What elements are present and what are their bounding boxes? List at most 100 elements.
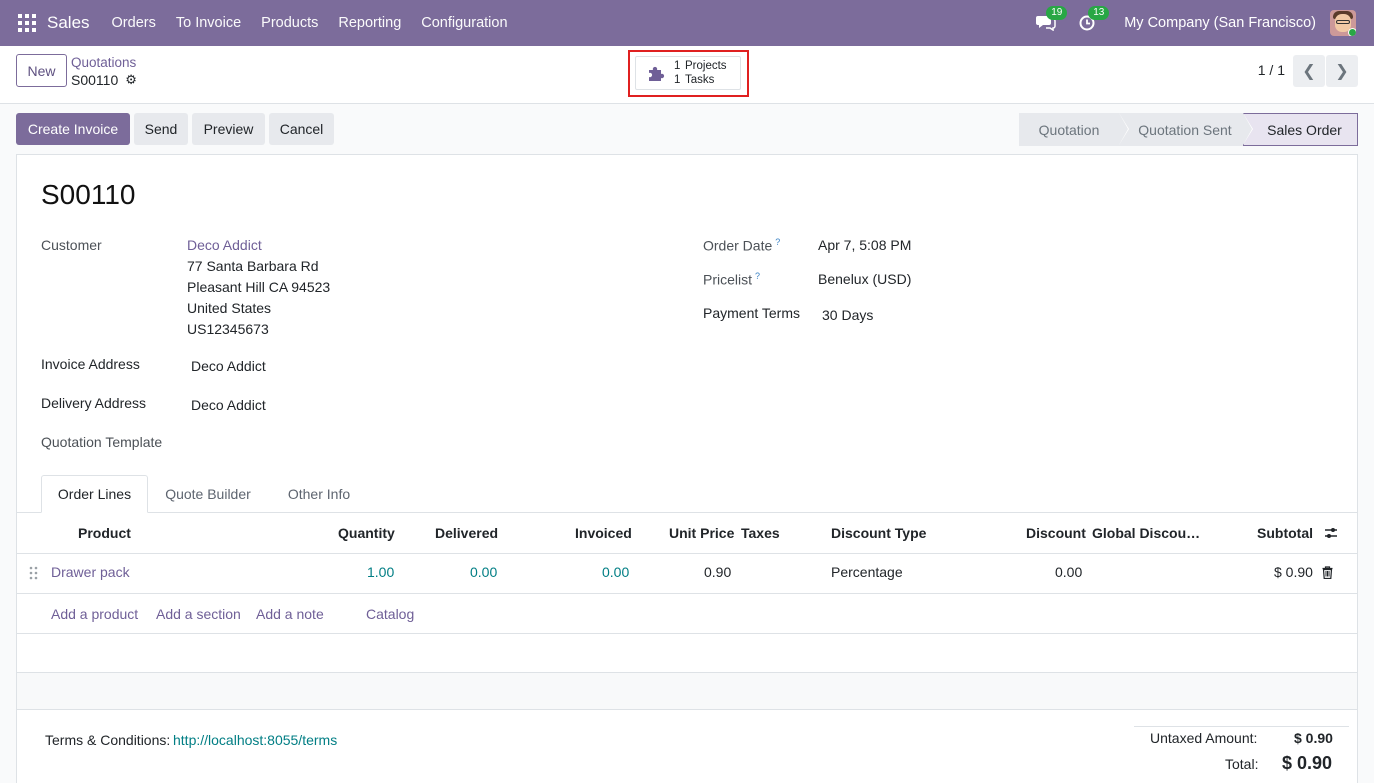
pager-next-button[interactable]: ❯ <box>1326 55 1358 87</box>
column-global-discount[interactable]: Global Discou… <box>1092 525 1200 541</box>
column-unit-price[interactable]: Unit Price <box>669 525 734 541</box>
breadcrumb-current: S00110 <box>71 72 119 88</box>
order-date-value: Apr 7, 5:08 PM <box>818 237 912 253</box>
terms-label: Terms & Conditions: <box>45 732 171 748</box>
cancel-button[interactable]: Cancel <box>269 113 334 145</box>
column-quantity[interactable]: Quantity <box>338 525 395 541</box>
tab-other-info[interactable]: Other Info <box>273 475 365 513</box>
help-icon[interactable]: ? <box>775 237 780 247</box>
tab-quote-builder[interactable]: Quote Builder <box>153 475 263 513</box>
control-panel: New Quotations S00110 ⚙ 1 Projects 1 Tasks… <box>0 46 1374 104</box>
stage-sales-order[interactable]: Sales Order <box>1243 113 1358 146</box>
stage-quotation-label: Quotation <box>1038 121 1100 138</box>
puzzle-icon <box>649 66 665 81</box>
app-name[interactable]: Sales <box>47 13 90 33</box>
activities-button[interactable]: 13 <box>1078 6 1110 33</box>
pager-previous-button[interactable]: ❮ <box>1293 55 1325 87</box>
top-navbar: Sales Orders To Invoice Products Reporti… <box>0 0 1374 46</box>
table-row[interactable] <box>17 554 1357 592</box>
payment-terms-field[interactable]: 30 Days <box>822 307 873 323</box>
customer-label: Customer <box>41 237 102 253</box>
menu-orders[interactable]: Orders <box>112 15 156 31</box>
pager-value[interactable]: 1 / 1 <box>1258 62 1285 78</box>
customer-address-line: 77 Santa Barbara Rd <box>187 258 319 274</box>
delivery-address-field[interactable]: Deco Addict <box>191 397 266 413</box>
cell-discount[interactable]: 0.00 <box>1055 564 1082 580</box>
form-sheet: S00110 Customer Deco Addict 77 Santa Bar… <box>16 154 1358 783</box>
total-value: $ 0.90 <box>1282 753 1333 773</box>
column-taxes[interactable]: Taxes <box>741 525 780 541</box>
add-note-link[interactable]: Add a note <box>256 606 324 622</box>
pricelist-label: Pricelist? <box>703 271 760 288</box>
column-discount-type[interactable]: Discount Type <box>831 525 926 541</box>
untaxed-amount-label: Untaxed Amount: <box>1150 730 1258 746</box>
messages-badge: 19 <box>1046 6 1068 20</box>
breadcrumb-quotations[interactable]: Quotations <box>71 55 137 70</box>
column-invoiced[interactable]: Invoiced <box>575 525 632 541</box>
cell-unit-price[interactable]: 0.90 <box>704 564 731 580</box>
column-delivered[interactable]: Delivered <box>435 525 498 541</box>
send-button[interactable]: Send <box>134 113 188 145</box>
terms-link[interactable]: http://localhost:8055/terms <box>173 732 337 748</box>
add-product-link[interactable]: Add a product <box>51 606 138 622</box>
projects-tasks-smart-button[interactable]: 1 Projects 1 Tasks <box>635 56 741 90</box>
new-button[interactable]: New <box>16 54 67 87</box>
projects-count: 1 <box>674 60 681 72</box>
highlight-box: 1 Projects 1 Tasks <box>628 50 749 97</box>
pricelist-label-text: Pricelist <box>703 271 753 288</box>
order-name: S00110 <box>41 179 136 210</box>
chevron-right-icon: ❯ <box>1335 63 1349 80</box>
stage-quotation-sent[interactable]: Quotation Sent <box>1119 113 1253 146</box>
tasks-label: Tasks <box>685 74 715 86</box>
stage-quotation[interactable]: Quotation <box>1019 113 1129 146</box>
catalog-link[interactable]: Catalog <box>366 606 414 622</box>
quotation-template-label: Quotation Template <box>41 434 163 450</box>
help-icon[interactable]: ? <box>755 271 760 281</box>
total-label: Total: <box>1225 756 1259 772</box>
cell-discount-type[interactable]: Percentage <box>831 564 903 580</box>
invoice-address-label: Invoice Address <box>41 356 140 372</box>
menu-to-invoice[interactable]: To Invoice <box>176 15 241 31</box>
order-date-label: Order Date? <box>703 237 780 254</box>
delivery-address-label: Delivery Address <box>41 395 147 411</box>
payment-terms-label: Payment Terms <box>703 305 800 321</box>
optional-columns-icon[interactable] <box>1324 526 1338 540</box>
column-discount[interactable]: Discount <box>1026 525 1086 541</box>
cell-product[interactable]: Drawer pack <box>51 564 130 580</box>
menu-configuration[interactable]: Configuration <box>421 15 507 31</box>
drag-handle-icon[interactable] <box>29 566 38 580</box>
breadcrumb: Quotations S00110 ⚙ <box>71 55 137 88</box>
cell-quantity[interactable]: 1.00 <box>367 564 394 580</box>
menu-reporting[interactable]: Reporting <box>338 15 401 31</box>
online-status-icon <box>1348 28 1356 36</box>
company-switcher[interactable]: My Company (San Francisco) <box>1124 15 1316 31</box>
customer-address-line: Pleasant Hill CA 94523 <box>187 279 331 295</box>
create-invoice-button[interactable]: Create Invoice <box>16 113 130 145</box>
cell-invoiced[interactable]: 0.00 <box>602 564 629 580</box>
trash-icon[interactable] <box>1322 566 1333 579</box>
status-bar: Quotation Quotation Sent Sales Order <box>1019 113 1358 146</box>
column-product[interactable]: Product <box>78 525 131 541</box>
menu-products[interactable]: Products <box>261 15 318 31</box>
customer-vat: US12345673 <box>187 321 269 337</box>
customer-link[interactable]: Deco Addict <box>187 237 262 253</box>
add-section-link[interactable]: Add a section <box>156 606 241 622</box>
preview-button[interactable]: Preview <box>192 113 265 145</box>
empty-row <box>17 672 1357 710</box>
stage-sales-order-label: Sales Order <box>1267 121 1342 138</box>
pricelist-value: Benelux (USD) <box>818 271 912 287</box>
cell-subtotal: $ 0.90 <box>1274 564 1313 580</box>
tab-order-lines[interactable]: Order Lines <box>41 475 148 513</box>
user-avatar[interactable] <box>1330 10 1356 36</box>
untaxed-amount-value: $ 0.90 <box>1294 730 1333 746</box>
chevron-left-icon: ❮ <box>1302 63 1316 80</box>
gear-icon[interactable]: ⚙ <box>125 72 137 88</box>
invoice-address-field[interactable]: Deco Addict <box>191 358 266 374</box>
order-date-label-text: Order Date <box>703 237 773 254</box>
messages-button[interactable]: 19 <box>1036 6 1068 33</box>
cell-delivered[interactable]: 0.00 <box>470 564 497 580</box>
apps-menu-icon[interactable] <box>18 14 36 32</box>
column-subtotal[interactable]: Subtotal <box>1257 525 1313 541</box>
customer-address-line: United States <box>187 300 272 316</box>
activities-badge: 13 <box>1088 6 1110 20</box>
